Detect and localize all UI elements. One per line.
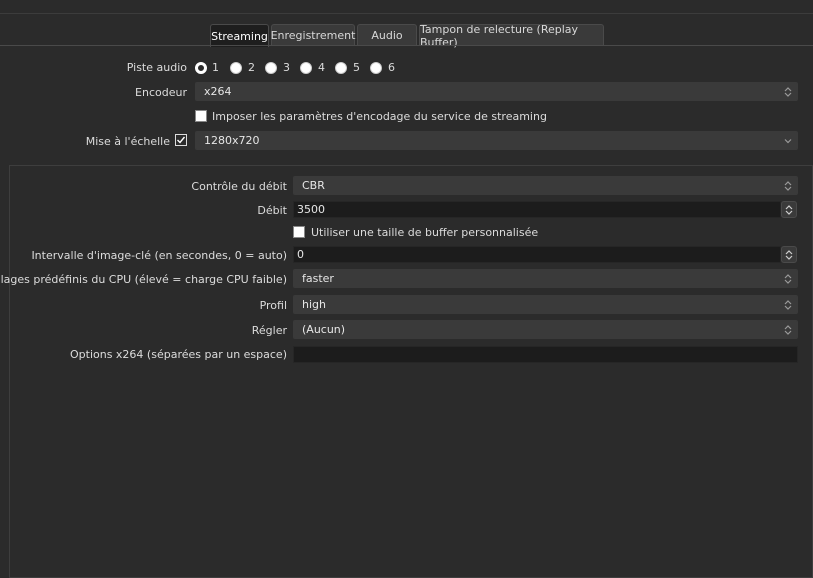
- profile-select[interactable]: high: [293, 295, 798, 314]
- top-divider: [0, 13, 813, 14]
- cpu-preset-select[interactable]: faster: [293, 269, 798, 288]
- encoder-label: Encodeur: [135, 86, 187, 99]
- audio-track-radio-5[interactable]: [335, 62, 347, 74]
- x264-options-input[interactable]: [293, 346, 798, 363]
- tab-streaming[interactable]: Streaming: [210, 24, 269, 47]
- updown-chevron-icon: [781, 322, 795, 337]
- updown-chevron-icon: [781, 84, 795, 99]
- keyframe-interval-input[interactable]: 0: [293, 246, 781, 263]
- profile-value: high: [302, 298, 326, 311]
- rescale-resolution-select[interactable]: 1280x720: [195, 131, 798, 150]
- encoder-select[interactable]: x264: [195, 82, 798, 101]
- enforce-service-label: Imposer les paramètres d'encodage du ser…: [212, 110, 547, 123]
- chevron-down-icon: [781, 133, 795, 148]
- updown-chevron-icon: [785, 204, 793, 215]
- encoder-value: x264: [204, 85, 232, 98]
- rescale-checkbox[interactable]: [175, 134, 187, 146]
- cpu-preset-value: faster: [302, 272, 334, 285]
- custom-buffer-label: Utiliser une taille de buffer personnali…: [311, 226, 539, 239]
- x264-options-label: Options x264 (séparées par un espace): [69, 348, 287, 361]
- audio-track-radio-label: 4: [318, 61, 325, 74]
- bitrate-label: Débit: [257, 204, 287, 217]
- enforce-service-checkbox[interactable]: [195, 110, 207, 122]
- audio-track-radio-label: 5: [353, 61, 360, 74]
- tab-audio[interactable]: Audio: [357, 24, 417, 46]
- bitrate-stepper[interactable]: [781, 201, 797, 218]
- updown-chevron-icon: [781, 271, 795, 286]
- audio-track-radio-label: 3: [283, 61, 290, 74]
- tab-label: Audio: [371, 29, 403, 42]
- rate-control-label: Contrôle du débit: [191, 180, 287, 193]
- keyframe-interval-value: 0: [297, 248, 304, 261]
- tune-select[interactable]: (Aucun): [293, 320, 798, 339]
- bitrate-value: 3500: [297, 203, 325, 216]
- audio-track-radio-label: 6: [388, 61, 395, 74]
- rescale-label: Mise à l'échelle: [85, 135, 170, 148]
- keyframe-interval-stepper[interactable]: [781, 246, 797, 263]
- rate-control-select[interactable]: CBR: [293, 176, 798, 195]
- audio-track-radio-4[interactable]: [300, 62, 312, 74]
- tab-recording[interactable]: Enregistrement: [271, 24, 355, 46]
- audio-track-radio-6[interactable]: [370, 62, 382, 74]
- rate-control-value: CBR: [302, 179, 325, 192]
- audio-track-radio-3[interactable]: [265, 62, 277, 74]
- updown-chevron-icon: [781, 178, 795, 193]
- keyframe-interval-label: Intervalle d'image-clé (en secondes, 0 =…: [31, 249, 287, 262]
- audio-track-radio-2[interactable]: [230, 62, 242, 74]
- updown-chevron-icon: [785, 249, 793, 260]
- audio-track-radio-1[interactable]: [195, 62, 207, 74]
- audio-track-radio-label: 2: [248, 61, 255, 74]
- cpu-preset-label: Réglages prédéfinis du CPU (élevé = char…: [0, 273, 287, 286]
- bitrate-input[interactable]: 3500: [293, 201, 781, 218]
- tab-replay-buffer[interactable]: Tampon de relecture (Replay Buffer): [419, 23, 604, 49]
- profile-label: Profil: [259, 299, 287, 312]
- tab-label: Enregistrement: [270, 29, 356, 42]
- tune-label: Régler: [251, 324, 287, 337]
- audio-track-label: Piste audio: [126, 61, 187, 74]
- rescale-value: 1280x720: [204, 134, 260, 147]
- tune-value: (Aucun): [302, 323, 346, 336]
- custom-buffer-checkbox[interactable]: [293, 226, 305, 238]
- tab-bar-divider: [0, 45, 813, 46]
- tab-label: Streaming: [211, 29, 268, 43]
- audio-track-radio-label: 1: [212, 61, 219, 74]
- checkmark-icon: [177, 136, 186, 144]
- updown-chevron-icon: [781, 297, 795, 312]
